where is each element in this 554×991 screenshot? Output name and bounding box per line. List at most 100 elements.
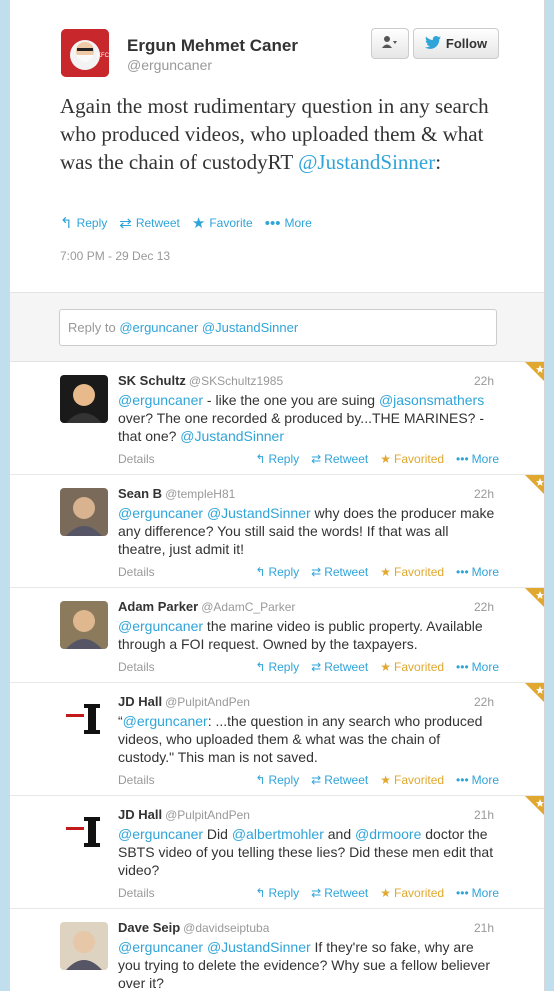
reply-author[interactable]: Sean B @templeH81 (118, 486, 235, 501)
retweet-action[interactable]: ⇄ Retweet (311, 886, 368, 900)
tweet-mention-link[interactable]: @JustandSinner (298, 150, 435, 174)
reply-author[interactable]: Adam Parker @AdamC_Parker (118, 599, 295, 614)
reply-text-part[interactable]: @erguncaner (118, 939, 203, 955)
reply-text: “@erguncaner: ...the question in any sea… (118, 712, 498, 766)
favorited-action[interactable]: ★ Favorited (380, 452, 444, 466)
reply-time[interactable]: 22h (474, 600, 494, 614)
more-action[interactable]: ••• More (456, 886, 499, 900)
reply-text-part[interactable]: @erguncaner (118, 618, 203, 634)
reply-input[interactable]: Reply to @erguncaner @JustandSinner (59, 309, 497, 346)
more-dots-icon: ••• (456, 886, 469, 900)
reply-mention-link[interactable]: @JustandSinner (207, 505, 311, 521)
reply-action[interactable]: ↰ Reply (255, 773, 299, 787)
reply-mention-link[interactable]: @drmoore (355, 826, 421, 842)
reply-tweet[interactable]: Dave Seip @davidseiptuba 21h @erguncaner … (10, 909, 544, 991)
reply-author-name: Dave Seip (118, 920, 181, 935)
reply-author-handle: @AdamC_Parker (201, 600, 296, 614)
retweet-action[interactable]: ⇄ Retweet (311, 565, 368, 579)
reply-mention-link[interactable]: @JustandSinner (180, 428, 284, 444)
reply-author[interactable]: SK Schultz @SKSchultz1985 (118, 373, 283, 388)
reply-label: Reply (268, 660, 300, 674)
reply-time[interactable]: 22h (474, 487, 494, 501)
reply-mention-link[interactable]: @erguncaner (123, 713, 208, 729)
favorited-action[interactable]: ★ Favorited (380, 660, 444, 674)
reply-time[interactable]: 21h (474, 808, 494, 822)
reply-input-prefix: Reply to (68, 320, 120, 335)
reply-input-mentions: @erguncaner @JustandSinner (119, 320, 299, 335)
favorited-action[interactable]: ★ Favorited (380, 565, 444, 579)
favorite-action[interactable]: ★ Favorite (192, 214, 253, 232)
main-tweet: KFC Ergun Mehmet Caner @erguncaner Follo… (10, 0, 544, 292)
reply-avatar[interactable] (60, 809, 108, 857)
reply-text-part[interactable]: @erguncaner (118, 392, 203, 408)
retweet-action[interactable]: ⇄ Retweet (311, 660, 368, 674)
more-action[interactable]: ••• More (265, 214, 312, 232)
reply-mention-link[interactable]: @JustandSinner (207, 939, 311, 955)
reply-details-link[interactable]: Details (118, 565, 155, 579)
reply-action[interactable]: ↰ Reply (255, 660, 299, 674)
favorited-action[interactable]: ★ Favorited (380, 886, 444, 900)
retweet-action[interactable]: ⇄ Retweet (311, 773, 368, 787)
reply-author[interactable]: JD Hall @PulpitAndPen (118, 807, 250, 822)
reply-tweet[interactable]: SK Schultz @SKSchultz1985 22h @erguncaner… (10, 362, 544, 475)
reply-avatar[interactable] (60, 922, 108, 970)
reply-avatar[interactable] (60, 488, 108, 536)
reply-avatar[interactable] (60, 375, 108, 423)
follow-button[interactable]: Follow (413, 28, 499, 59)
retweet-label: Retweet (324, 773, 369, 787)
favorited-action[interactable]: ★ Favorited (380, 773, 444, 787)
reply-text-part[interactable]: @erguncaner (118, 826, 203, 842)
reply-action[interactable]: ↰ Reply (255, 452, 299, 466)
author-handle[interactable]: @erguncaner (127, 57, 212, 73)
reply-details-link[interactable]: Details (118, 452, 155, 466)
reply-time[interactable]: 21h (474, 921, 494, 935)
reply-tweet[interactable]: Adam Parker @AdamC_Parker 22h @erguncaner… (10, 588, 544, 683)
reply-details-link[interactable]: Details (118, 660, 155, 674)
retweet-action[interactable]: ⇄ Retweet (119, 214, 180, 232)
star-icon: ★ (191, 215, 206, 232)
retweet-label: Retweet (324, 565, 369, 579)
reply-author[interactable]: Dave Seip @davidseiptuba (118, 920, 269, 935)
reply-action[interactable]: ↰ Reply (255, 565, 299, 579)
reply-mention-link[interactable]: @jasonsmathers (379, 392, 484, 408)
reply-avatar[interactable] (60, 696, 108, 744)
user-actions-button[interactable] (371, 28, 409, 59)
more-action[interactable]: ••• More (456, 773, 499, 787)
author-name[interactable]: Ergun Mehmet Caner (127, 36, 298, 56)
reply-tweet[interactable]: JD Hall @PulpitAndPen 22h “@erguncaner: .… (10, 683, 544, 796)
reply-text-part: and (323, 826, 356, 842)
reply-time[interactable]: 22h (474, 374, 494, 388)
star-icon: ★ (380, 886, 392, 900)
more-action[interactable]: ••• More (456, 565, 499, 579)
reply-action[interactable]: ↰ Reply (255, 886, 299, 900)
reply-text: @erguncaner @JustandSinner why does the … (118, 504, 498, 558)
more-action[interactable]: ••• More (456, 452, 499, 466)
reply-label: Reply (268, 773, 300, 787)
reply-details-link[interactable]: Details (118, 773, 155, 787)
more-label: More (471, 773, 499, 787)
reply-mention-link[interactable]: @albertmohler (232, 826, 324, 842)
reply-time[interactable]: 22h (474, 695, 494, 709)
reply-author-name: Sean B (118, 486, 163, 501)
retweet-action[interactable]: ⇄ Retweet (311, 452, 368, 466)
tweet-timestamp[interactable]: 7:00 PM - 29 Dec 13 (60, 249, 170, 263)
reply-action[interactable]: ↰ Reply (60, 214, 107, 232)
reply-label: Reply (76, 216, 108, 230)
reply-avatar[interactable] (60, 601, 108, 649)
star-icon: ★ (380, 660, 392, 674)
favorited-label: Favorited (394, 886, 445, 900)
reply-tweet[interactable]: Sean B @templeH81 22h @erguncaner @Justan… (10, 475, 544, 588)
favorited-label: Favorited (394, 452, 445, 466)
tweet-actions: ↰ Reply ⇄ Retweet ★ Favorite ••• More (60, 214, 324, 233)
reply-author[interactable]: JD Hall @PulpitAndPen (118, 694, 250, 709)
favorited-label: Favorited (394, 565, 445, 579)
retweet-icon: ⇄ (311, 452, 322, 466)
reply-tweet[interactable]: JD Hall @PulpitAndPen 21h @erguncaner Did… (10, 796, 544, 909)
more-action[interactable]: ••• More (456, 660, 499, 674)
reply-icon: ↰ (60, 215, 73, 232)
reply-text-part[interactable]: @erguncaner (118, 505, 203, 521)
author-avatar[interactable]: KFC (61, 29, 109, 77)
more-dots-icon: ••• (456, 452, 469, 466)
reply-icon: ↰ (255, 773, 266, 787)
reply-details-link[interactable]: Details (118, 886, 155, 900)
